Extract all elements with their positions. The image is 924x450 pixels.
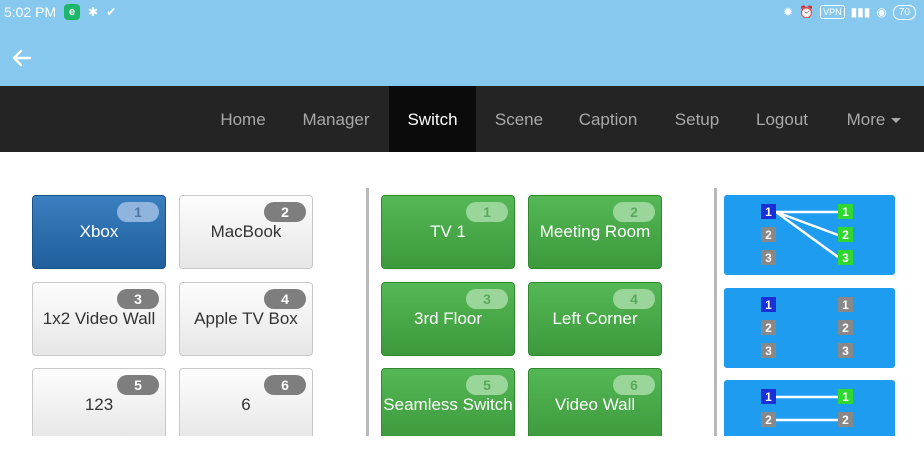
source-number-badge: 4 xyxy=(264,289,306,309)
column-divider xyxy=(714,188,717,436)
output-label: Meeting Room xyxy=(539,222,651,241)
source-tile[interactable]: 5 123 xyxy=(32,368,166,442)
source-number-badge: 2 xyxy=(264,202,306,222)
scene-output-label: 2 xyxy=(842,228,849,242)
scene-input-label: 2 xyxy=(765,413,772,427)
source-label: 6 xyxy=(241,395,251,414)
scene-output-label: 1 xyxy=(842,298,849,312)
status-time: 5:02 PM xyxy=(4,4,57,20)
scene-input-label: 1 xyxy=(765,390,772,404)
source-label: Apple TV Box xyxy=(194,309,298,328)
nav-scene[interactable]: Scene xyxy=(484,86,554,152)
source-number-badge: 6 xyxy=(264,375,306,395)
nav-more-label: More xyxy=(846,110,886,129)
nav-more[interactable]: More xyxy=(838,86,910,152)
output-tile[interactable]: 6 Video Wall xyxy=(528,368,662,442)
scene-output-label: 2 xyxy=(842,413,849,427)
scene-output-label: 3 xyxy=(842,251,849,265)
source-label: MacBook xyxy=(210,222,282,241)
app-notification-icon: e xyxy=(64,4,80,20)
app-header: 5:02 PM e ✱ ✔ ✹ ⏰ VPN ▮▮▮ ◉ 70 xyxy=(0,0,924,86)
output-tile[interactable]: 5 Seamless Switch xyxy=(381,368,515,442)
output-number-badge: 2 xyxy=(613,202,655,222)
column-divider xyxy=(366,188,369,436)
output-label: Seamless Switch xyxy=(383,395,513,414)
nav-switch[interactable]: Switch xyxy=(389,86,476,152)
back-arrow-icon[interactable] xyxy=(8,44,36,72)
output-tile[interactable]: 3 3rd Floor xyxy=(381,282,515,356)
nav-caption[interactable]: Caption xyxy=(568,86,648,152)
status-right-icons: ✹ ⏰ VPN ▮▮▮ ◉ 70 xyxy=(783,4,916,20)
scene-input-label: 1 xyxy=(765,205,772,219)
battery-icon: 70 xyxy=(892,4,916,20)
nav-setup[interactable]: Setup xyxy=(662,86,732,152)
output-tile[interactable]: 1 TV 1 xyxy=(381,195,515,269)
clock-icon: ⏰ xyxy=(799,5,815,19)
scene-card-unmapped[interactable]: 1 2 3 1 2 3 xyxy=(724,288,895,368)
wifi-icon: ◉ xyxy=(876,5,887,19)
scene-input-label: 2 xyxy=(765,228,772,242)
source-tile[interactable]: 2 MacBook xyxy=(179,195,313,269)
bluetooth-icon: ✱ xyxy=(88,5,99,19)
source-label: 123 xyxy=(84,395,114,414)
nav-home[interactable]: Home xyxy=(205,86,281,152)
main-nav: Home Manager Switch Scene Caption Setup … xyxy=(0,86,924,152)
output-tile[interactable]: 2 Meeting Room xyxy=(528,195,662,269)
output-number-badge: 1 xyxy=(466,202,508,222)
source-number-badge: 5 xyxy=(117,375,159,395)
viewport-bottom-edge xyxy=(0,436,924,450)
source-tile[interactable]: 6 6 xyxy=(179,368,313,442)
scene-output-label: 1 xyxy=(842,390,849,404)
source-number-badge: 1 xyxy=(117,202,159,222)
output-number-badge: 6 xyxy=(613,375,655,395)
output-tile[interactable]: 4 Left Corner xyxy=(528,282,662,356)
output-label: TV 1 xyxy=(430,222,466,241)
source-tile[interactable]: 3 1x2 Video Wall xyxy=(32,282,166,356)
scene-output-label: 1 xyxy=(842,205,849,219)
scene-output-label: 2 xyxy=(842,321,849,335)
scene-input-label: 1 xyxy=(765,298,772,312)
output-label: 3rd Floor xyxy=(413,309,483,328)
caret-down-icon xyxy=(891,118,902,124)
routing-diagram-icon: 1 2 3 1 2 3 xyxy=(761,297,853,358)
scene-card-one-to-many[interactable]: 1 2 3 1 2 3 xyxy=(724,195,895,275)
output-number-badge: 5 xyxy=(466,375,508,395)
vpn-icon: VPN xyxy=(820,5,845,19)
scene-input-label: 2 xyxy=(765,321,772,335)
cell-signal-icon: ▮▮▮ xyxy=(850,5,871,19)
nav-manager[interactable]: Manager xyxy=(290,86,382,152)
check-icon: ✔ xyxy=(106,5,117,19)
source-tile[interactable]: 1 Xbox xyxy=(32,195,166,269)
alarm-icon: ✹ xyxy=(783,5,794,19)
scene-input-label: 3 xyxy=(765,251,772,265)
nav-logout[interactable]: Logout xyxy=(745,86,819,152)
source-number-badge: 3 xyxy=(117,289,159,309)
status-left-icons: e ✱ ✔ xyxy=(64,4,116,20)
source-label: Xbox xyxy=(79,222,119,241)
source-tile[interactable]: 4 Apple TV Box xyxy=(179,282,313,356)
source-label: 1x2 Video Wall xyxy=(42,309,156,328)
routing-diagram-icon: 1 2 3 1 2 3 xyxy=(761,204,853,265)
output-label: Left Corner xyxy=(552,309,638,328)
output-label: Video Wall xyxy=(554,395,636,414)
scene-input-label: 3 xyxy=(765,344,772,358)
output-number-badge: 4 xyxy=(613,289,655,309)
scene-output-label: 3 xyxy=(842,344,849,358)
output-number-badge: 3 xyxy=(466,289,508,309)
